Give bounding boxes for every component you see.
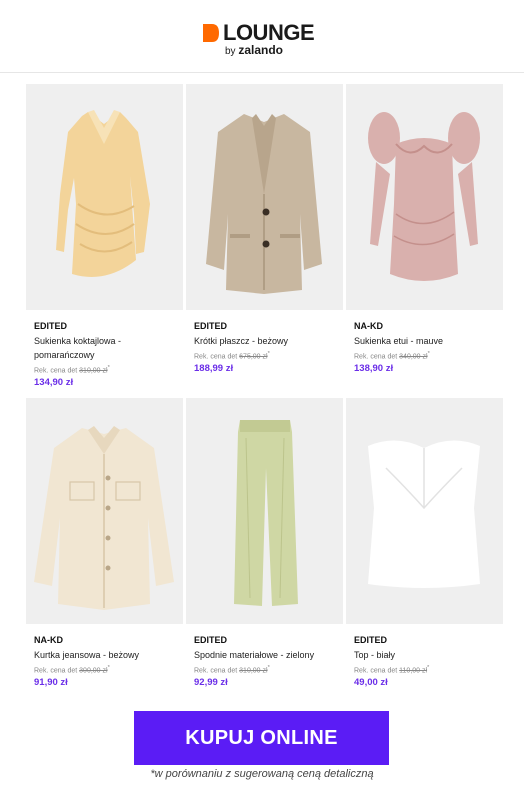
product-card[interactable]: EDITED Top - biały Rek. cena det 110,00 …	[346, 398, 503, 690]
beige-blazer-illustration	[186, 84, 343, 310]
product-rrp: Rek. cena det 110,00 zł*	[354, 665, 430, 675]
lounge-logo-icon	[203, 24, 219, 42]
product-rrp: Rek. cena det 340,00 zł*	[354, 351, 430, 361]
product-card[interactable]: EDITED Sukienka koktajlowa - pomarańczow…	[26, 84, 183, 390]
rrp-value: 300,00 zł	[79, 667, 108, 675]
product-info: EDITED Krótki płaszcz - beżowy Rek. cena…	[186, 310, 343, 376]
green-trousers-illustration	[186, 398, 343, 624]
orange-wrap-dress-illustration	[26, 84, 183, 310]
shop-online-button[interactable]: KUPUJ ONLINE	[134, 711, 389, 765]
product-row: EDITED Sukienka koktajlowa - pomarańczow…	[26, 84, 504, 398]
product-rrp: Rek. cena det 675,00 zł*	[194, 351, 270, 361]
rrp-label: Rek. cena det	[34, 667, 78, 675]
white-bandeau-top-illustration	[346, 398, 503, 624]
product-image-mauve-puff-dress[interactable]	[346, 84, 503, 310]
product-name[interactable]: Sukienka etui - mauve	[354, 334, 495, 348]
product-card[interactable]: NA-KD Sukienka etui - mauve Rek. cena de…	[346, 84, 503, 376]
product-name[interactable]: Kurtka jeansowa - beżowy	[34, 648, 175, 662]
mauve-puff-dress-illustration	[346, 84, 503, 310]
logo-wordmark: LOUNGE	[223, 20, 315, 45]
product-price: 188,99 zł	[194, 363, 234, 375]
product-name[interactable]: Top - biały	[354, 648, 495, 662]
product-image-beige-blazer[interactable]	[186, 84, 343, 310]
product-brand: EDITED	[354, 635, 388, 645]
product-image-orange-wrap-dress[interactable]	[26, 84, 183, 310]
product-rrp: Rek. cena det 310,00 zł*	[194, 665, 270, 675]
rrp-label: Rek. cena det	[354, 353, 398, 361]
product-price: 91,90 zł	[34, 677, 68, 689]
product-info: EDITED Top - biały Rek. cena det 110,00 …	[346, 624, 503, 690]
product-info: NA-KD Kurtka jeansowa - beżowy Rek. cena…	[26, 624, 183, 690]
product-rrp: Rek. cena det 310,00 zł*	[34, 365, 110, 375]
product-brand: NA-KD	[34, 635, 63, 645]
product-price: 49,00 zł	[354, 677, 388, 689]
rrp-value: 675,00 zł	[239, 353, 268, 361]
logo-subline: by zalando	[225, 44, 283, 58]
product-image-green-trousers[interactable]	[186, 398, 343, 624]
rrp-label: Rek. cena det	[194, 667, 238, 675]
rrp-value: 340,00 zł	[399, 353, 428, 361]
cream-denim-jacket-illustration	[26, 398, 183, 624]
product-grid: EDITED Sukienka koktajlowa - pomarańczow…	[26, 84, 504, 712]
header: LOUNGE by zalando	[0, 0, 524, 73]
product-brand: EDITED	[194, 321, 228, 331]
product-price: 138,90 zł	[354, 363, 394, 375]
product-brand: EDITED	[194, 635, 228, 645]
product-brand: NA-KD	[354, 321, 383, 331]
product-info: EDITED Spodnie materiałowe - zielony Rek…	[186, 624, 343, 690]
product-name[interactable]: Krótki płaszcz - beżowy	[194, 334, 335, 348]
product-card[interactable]: EDITED Krótki płaszcz - beżowy Rek. cena…	[186, 84, 343, 376]
product-price: 92,99 zł	[194, 677, 228, 689]
product-name[interactable]: Spodnie materiałowe - zielony	[194, 648, 335, 662]
product-row: NA-KD Kurtka jeansowa - beżowy Rek. cena…	[26, 398, 504, 712]
product-info: EDITED Sukienka koktajlowa - pomarańczow…	[26, 310, 183, 390]
product-image-white-bandeau-top[interactable]	[346, 398, 503, 624]
product-card[interactable]: EDITED Spodnie materiałowe - zielony Rek…	[186, 398, 343, 690]
footnote: *w porównaniu z sugerowaną ceną detalicz…	[150, 768, 374, 780]
product-rrp: Rek. cena det 300,00 zł*	[34, 665, 110, 675]
rrp-label: Rek. cena det	[354, 667, 398, 675]
rrp-label: Rek. cena det	[194, 353, 238, 361]
product-brand: EDITED	[34, 321, 68, 331]
rrp-label: Rek. cena det	[34, 367, 78, 375]
product-name[interactable]: Sukienka koktajlowa - pomarańczowy	[34, 334, 175, 362]
product-image-cream-denim-jacket[interactable]	[26, 398, 183, 624]
product-info: NA-KD Sukienka etui - mauve Rek. cena de…	[346, 310, 503, 376]
rrp-value: 310,00 zł	[79, 367, 108, 375]
rrp-value: 310,00 zł	[239, 667, 268, 675]
rrp-value: 110,00 zł	[399, 667, 428, 675]
logo-partner-text: zalando	[238, 43, 284, 57]
product-price: 134,90 zł	[34, 377, 74, 389]
logo-by-text: by	[225, 46, 236, 57]
product-card[interactable]: NA-KD Kurtka jeansowa - beżowy Rek. cena…	[26, 398, 183, 690]
lounge-logo[interactable]: LOUNGE by zalando	[203, 22, 323, 58]
